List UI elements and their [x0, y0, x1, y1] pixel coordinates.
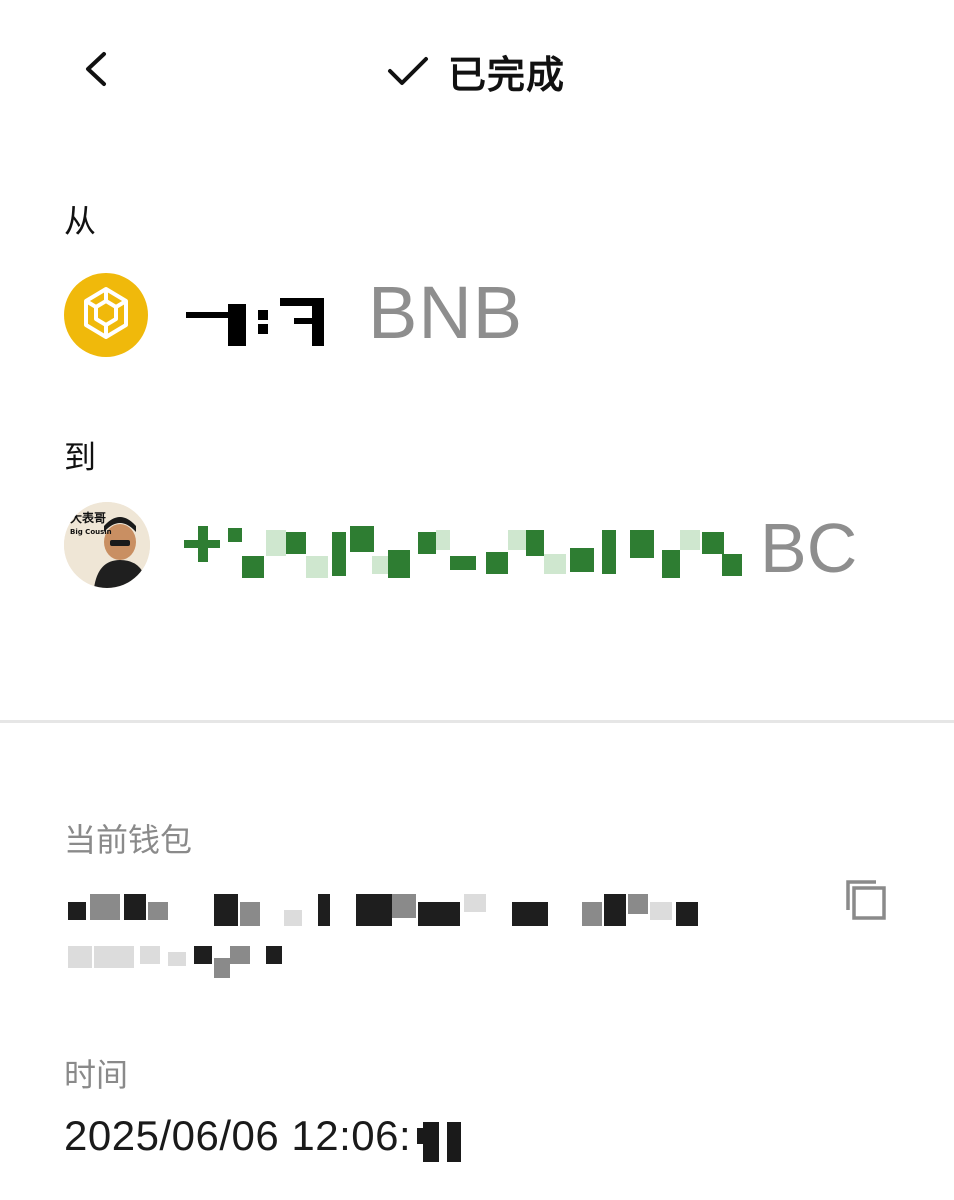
- to-amount-redacted: [182, 510, 752, 590]
- section-divider: [0, 720, 954, 723]
- from-currency: BNB: [368, 271, 524, 354]
- to-currency: BC: [760, 509, 858, 587]
- time-row: 2025/06/06 12:06:: [64, 1108, 473, 1164]
- time-value: 2025/06/06 12:06:: [64, 1112, 412, 1159]
- checkmark-icon: [388, 57, 428, 85]
- avatar-subtitle: Big Cousin: [70, 528, 112, 536]
- status-header: 已完成: [386, 46, 566, 97]
- avatar-title: 大表哥: [70, 510, 106, 525]
- time-label: 时间: [64, 1056, 129, 1094]
- copy-button[interactable]: [840, 874, 892, 926]
- status-text: 已完成: [448, 52, 566, 97]
- recipient-avatar: 大表哥 Big Cousin: [64, 502, 150, 588]
- chevron-left-icon: [86, 52, 106, 86]
- wallet-address-redacted: [64, 880, 704, 990]
- wallet-label: 当前钱包: [64, 821, 193, 859]
- back-button[interactable]: [74, 46, 120, 92]
- to-label: 到: [64, 438, 97, 476]
- from-amount-redacted: [182, 290, 342, 346]
- time-seconds-redacted: [417, 1122, 462, 1162]
- bnb-logo-icon: [64, 273, 148, 357]
- from-label: 从: [64, 202, 97, 240]
- copy-icon: [846, 880, 886, 920]
